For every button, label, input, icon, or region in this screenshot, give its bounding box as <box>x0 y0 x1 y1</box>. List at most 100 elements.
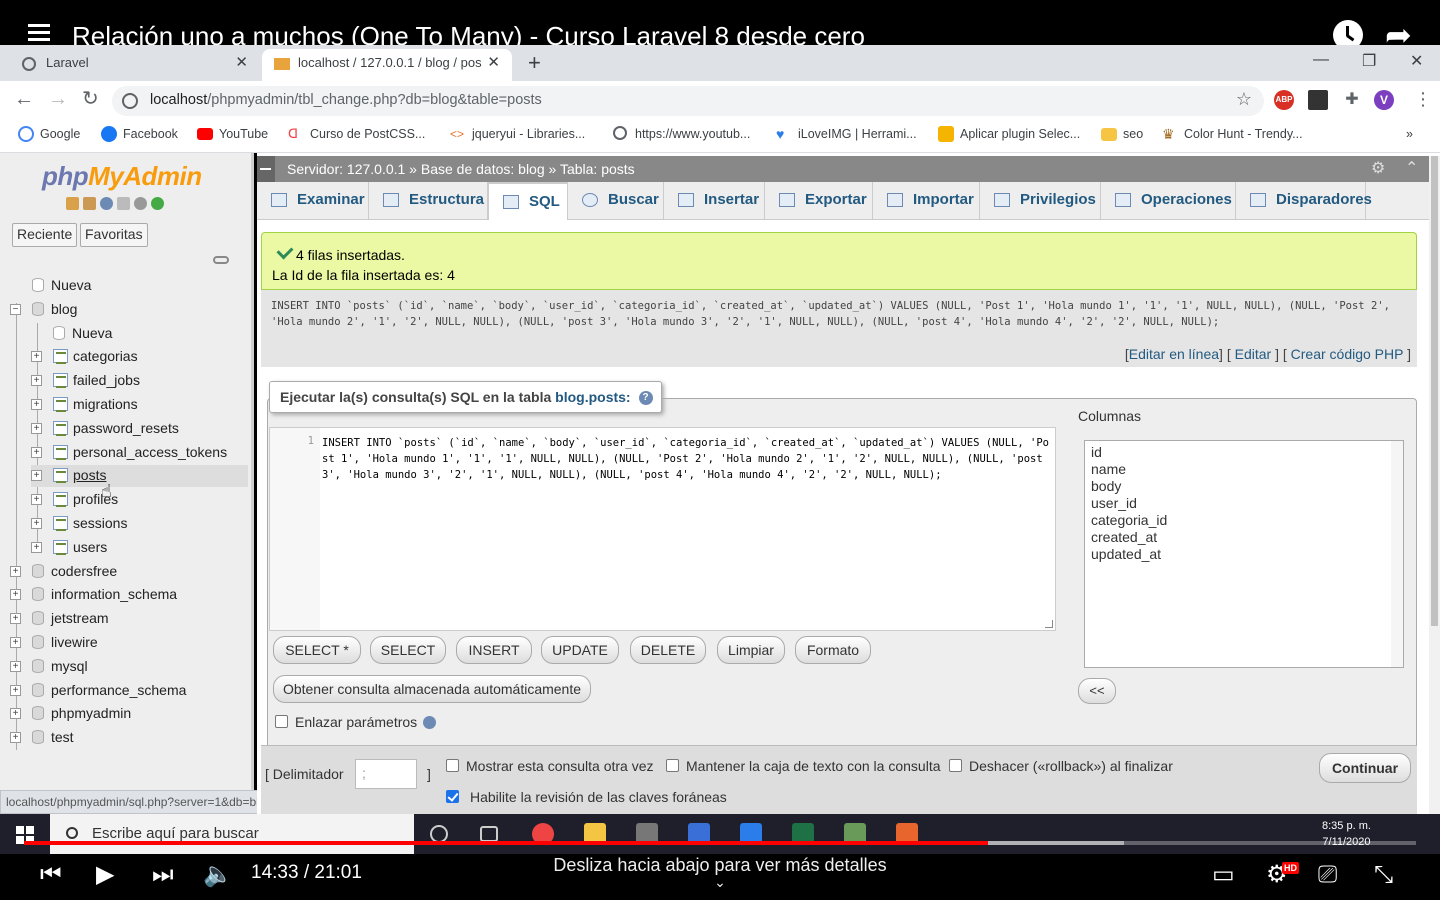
tab-importar[interactable]: Importar <box>873 182 980 219</box>
expand-icon[interactable]: + <box>31 541 42 553</box>
tree-item-label[interactable]: phpmyadmin <box>51 703 131 723</box>
select-star-button[interactable]: SELECT * <box>273 636 361 664</box>
tree-item-label[interactable]: failed_jobs <box>73 370 140 390</box>
expand-icon[interactable]: + <box>10 660 21 672</box>
query-window-icon[interactable] <box>100 197 113 210</box>
play-icon[interactable]: ▶ <box>96 860 114 890</box>
expand-icon[interactable]: + <box>31 375 42 387</box>
column-option[interactable]: name <box>1091 461 1397 478</box>
bookmark-colorhunt[interactable]: ♛ Color Hunt - Trendy... <box>1162 126 1303 142</box>
keep-query-box-checkbox[interactable]: Mantener la caja de texto con la consult… <box>666 758 941 774</box>
tree-item-label[interactable]: users <box>73 537 107 557</box>
settings-icon[interactable] <box>134 197 147 210</box>
expand-icon[interactable]: + <box>10 613 21 625</box>
collapse-navigation-icon[interactable] <box>257 156 275 182</box>
tab-examinar[interactable]: Examinar <box>257 182 369 219</box>
create-php-code-link[interactable]: Crear código PHP <box>1291 346 1404 362</box>
browser-tab-laravel[interactable]: Laravel ✕ <box>0 49 260 81</box>
breadcrumb-server[interactable]: Servidor: 127.0.0.1 » <box>287 161 417 177</box>
browser-tab-phpmyadmin[interactable]: localhost / 127.0.0.1 / blog / pos ✕ <box>262 49 512 81</box>
tree-item-label[interactable]: categorias <box>73 346 138 366</box>
tree-item-label[interactable]: mysql <box>51 656 88 676</box>
expand-icon[interactable]: + <box>31 446 42 458</box>
expand-icon[interactable]: + <box>10 637 21 648</box>
bookmark-iloveimg[interactable]: ♥ iLoveIMG | Herrami... <box>776 126 917 142</box>
task-view-icon[interactable] <box>480 826 498 842</box>
tab-buscar[interactable]: Buscar <box>568 182 664 219</box>
format-button[interactable]: Formato <box>795 636 871 664</box>
bind-parameters-checkbox[interactable]: Enlazar parámetros <box>275 714 437 730</box>
resize-handle[interactable] <box>1045 620 1053 628</box>
exit-icon[interactable] <box>83 197 96 210</box>
tab-operaciones[interactable]: Operaciones <box>1101 182 1236 219</box>
url-bar[interactable]: localhost/phpmyadmin/tbl_change.php?db=b… <box>112 86 1264 116</box>
tree-item-label[interactable]: test <box>51 727 74 747</box>
back-icon[interactable]: ← <box>14 89 34 109</box>
tree-item-label[interactable]: blog <box>51 299 77 319</box>
close-tab-icon[interactable]: ✕ <box>235 49 248 77</box>
subtitles-icon[interactable]: ▭ <box>1212 860 1235 890</box>
recent-button[interactable]: Reciente <box>12 223 78 247</box>
taskbar-search[interactable]: Escribe aquí para buscar <box>50 814 414 854</box>
column-option[interactable]: created_at <box>1091 529 1397 546</box>
tree-item-label[interactable]: jetstream <box>51 608 109 628</box>
cast-icon[interactable]: ⎚ <box>1318 860 1337 890</box>
breadcrumb-table[interactable]: Tabla: posts <box>560 161 635 177</box>
bookmark-facebook[interactable]: Facebook <box>101 126 178 142</box>
next-icon[interactable]: ⏭ <box>152 860 174 890</box>
minimize-icon[interactable]: — <box>1313 51 1329 69</box>
breadcrumb-database[interactable]: Base de datos: blog » <box>421 161 556 177</box>
column-option[interactable]: body <box>1091 478 1397 495</box>
favorites-button[interactable]: Favoritas <box>80 223 148 247</box>
bookmark-youtube-link[interactable]: https://www.youtub... <box>613 126 750 142</box>
close-window-icon[interactable]: ✕ <box>1410 51 1423 71</box>
playlist-menu-icon[interactable] <box>28 24 50 41</box>
forward-icon[interactable]: → <box>48 89 68 109</box>
columns-select-list[interactable]: id name body user_id categoria_id create… <box>1084 440 1404 668</box>
tree-item-label[interactable]: livewire <box>51 632 98 652</box>
foreign-key-checks-checkbox[interactable]: Habilite la revisión de las claves forán… <box>446 789 727 805</box>
expand-icon[interactable]: + <box>31 351 42 363</box>
profile-avatar[interactable]: V <box>1374 90 1394 110</box>
restore-icon[interactable]: ❐ <box>1362 51 1376 71</box>
get-stored-query-button[interactable]: Obtener consulta almacenada automáticame… <box>273 675 591 703</box>
tab-privilegios[interactable]: Privilegios <box>980 182 1101 219</box>
bookmark-youtube[interactable]: YouTube <box>197 126 268 142</box>
columns-scrollbar[interactable] <box>1391 441 1403 667</box>
tree-table[interactable]: + posts <box>31 465 248 488</box>
qr-extension-icon[interactable] <box>1308 90 1328 110</box>
show-query-again-checkbox[interactable]: Mostrar esta consulta otra vez <box>446 758 654 774</box>
expand-icon[interactable]: + <box>31 470 42 482</box>
column-option[interactable]: updated_at <box>1091 546 1397 563</box>
bookmark-jqueryui[interactable]: <> jqueryui - Libraries... <box>450 126 585 142</box>
tab-disparadores[interactable]: Disparadores <box>1236 182 1372 219</box>
home-icon[interactable] <box>66 197 79 210</box>
tree-item-label[interactable]: personal_access_tokens <box>73 442 227 462</box>
delete-button[interactable]: DELETE <box>630 636 706 664</box>
tree-item-label[interactable]: migrations <box>73 394 138 414</box>
tree-item-label[interactable]: information_schema <box>51 584 177 604</box>
rollback-checkbox[interactable]: Deshacer («rollback») al finalizar <box>949 758 1173 774</box>
docs-icon[interactable] <box>117 197 130 210</box>
main-scrollbar[interactable] <box>1429 156 1440 816</box>
adblock-extension-icon[interactable]: ABP <box>1274 90 1294 110</box>
column-option[interactable]: user_id <box>1091 495 1397 512</box>
edit-link[interactable]: Editar <box>1235 346 1272 362</box>
edit-inline-link[interactable]: Editar en línea <box>1129 346 1219 362</box>
tab-exportar[interactable]: Exportar <box>765 182 873 219</box>
tree-item-label[interactable]: password_resets <box>73 418 179 438</box>
new-tab-icon[interactable]: + <box>528 49 541 77</box>
link-with-main-panel-icon[interactable] <box>213 256 229 264</box>
tree-item-label[interactable]: codersfree <box>51 561 117 581</box>
select-button[interactable]: SELECT <box>370 636 446 664</box>
collapse-icon[interactable]: − <box>10 303 21 315</box>
volume-icon[interactable]: 🔈 <box>203 860 233 890</box>
insert-column-button[interactable]: << <box>1078 678 1116 704</box>
bookmark-plugin[interactable]: Aplicar plugin Selec... <box>938 126 1080 142</box>
collapse-top-icon[interactable]: ⌃ <box>1405 156 1418 182</box>
expand-icon[interactable]: + <box>31 422 42 434</box>
sql-editor-text[interactable]: INSERT INTO `posts` (`id`, `name`, `body… <box>322 435 1052 483</box>
bookmark-seo-folder[interactable]: seo <box>1101 126 1143 142</box>
system-clock[interactable]: 8:35 p. m. 7/11/2020 <box>1322 818 1371 850</box>
tree-item-label[interactable]: sessions <box>73 513 127 533</box>
